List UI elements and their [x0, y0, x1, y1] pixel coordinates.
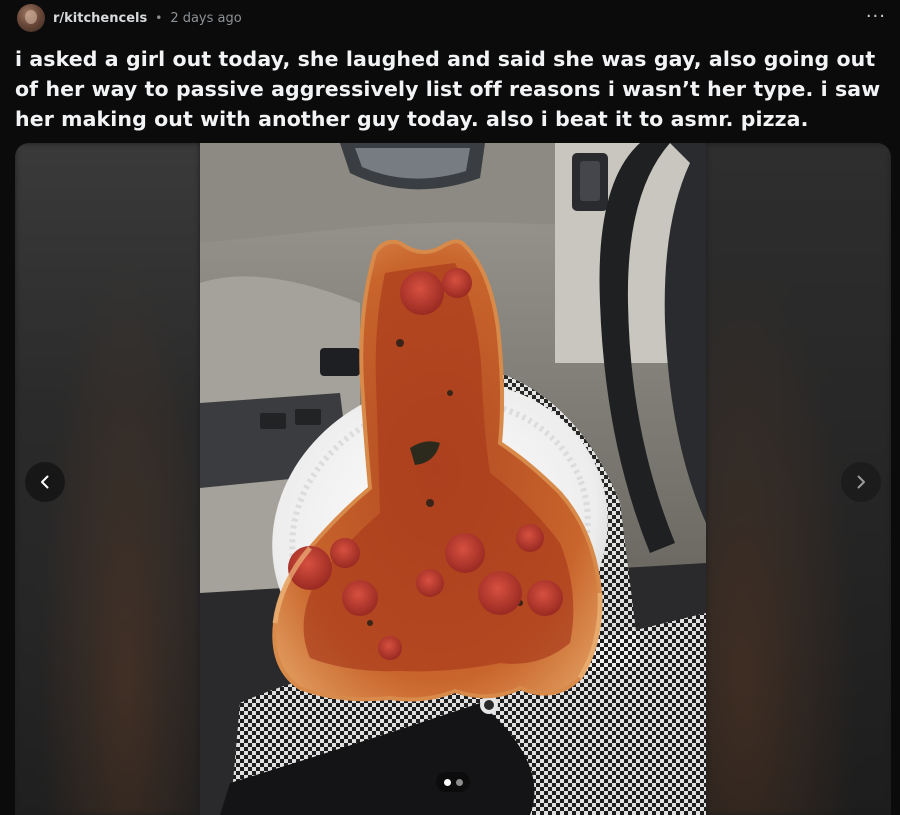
gallery-next-button[interactable] — [841, 462, 881, 502]
gallery-pager — [436, 772, 470, 792]
pager-dot-1[interactable] — [443, 778, 451, 786]
chevron-left-icon — [41, 475, 49, 489]
post-timestamp: 2 days ago — [170, 10, 242, 26]
more-options-button[interactable]: ··· — [866, 6, 886, 27]
subreddit-name[interactable]: r/kitchencels — [53, 11, 147, 26]
meta-separator: • — [155, 11, 163, 25]
gallery-prev-button[interactable] — [25, 462, 65, 502]
post-title[interactable]: i asked a girl out today, she laughed an… — [15, 44, 885, 134]
post-image[interactable] — [200, 143, 706, 815]
subreddit-avatar[interactable] — [17, 4, 45, 32]
post-card: r/kitchencels • 2 days ago ··· i asked a… — [0, 0, 900, 815]
pager-dot-2[interactable] — [455, 778, 463, 786]
pizza-photo — [200, 143, 706, 815]
chevron-right-icon — [857, 475, 865, 489]
post-media-gallery[interactable] — [15, 143, 891, 815]
post-header: r/kitchencels • 2 days ago — [17, 4, 242, 32]
